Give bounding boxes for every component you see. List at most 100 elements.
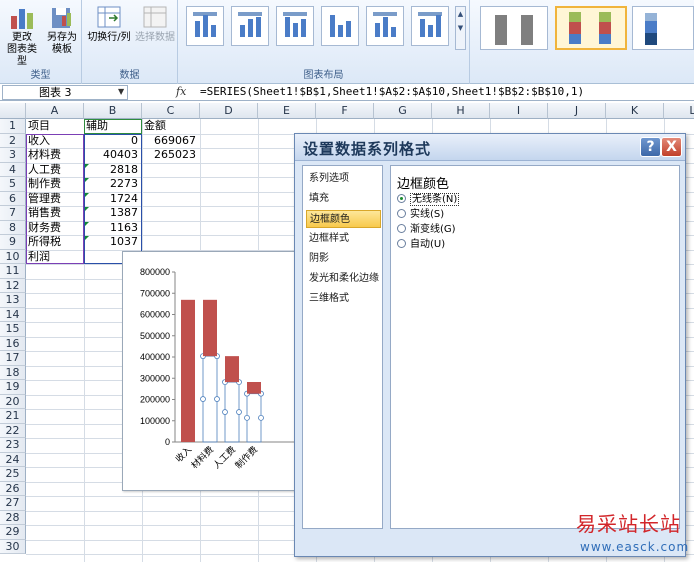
- column-header-f[interactable]: F: [316, 103, 374, 119]
- cell-c3[interactable]: 265023: [144, 148, 199, 162]
- column-header-k[interactable]: K: [606, 103, 664, 119]
- radio-button-icon[interactable]: [397, 194, 406, 203]
- cell-c2[interactable]: 669067: [144, 134, 199, 148]
- category-label: 制作费: [233, 444, 260, 471]
- border-color-option-0[interactable]: 无线条(N): [397, 193, 460, 207]
- y-tick-label: 600000: [140, 310, 170, 320]
- y-tick-label: 700000: [140, 288, 170, 298]
- column-header-e[interactable]: E: [258, 103, 316, 119]
- row-header-15[interactable]: 15: [0, 322, 26, 337]
- column-header-h[interactable]: H: [432, 103, 490, 119]
- dialog-title-bar[interactable]: 设置数据系列格式 ? X: [295, 134, 685, 161]
- chart-layout-3[interactable]: [276, 6, 314, 46]
- row-header-21[interactable]: 21: [0, 409, 26, 424]
- row-header-28[interactable]: 28: [0, 510, 26, 525]
- formula-input[interactable]: =SERIES(Sheet1!$B$1,Sheet1!$A$2:$A$10,Sh…: [200, 85, 584, 98]
- radio-button-icon[interactable]: [397, 209, 406, 218]
- column-header-d[interactable]: D: [200, 103, 258, 119]
- chart-style-3[interactable]: [632, 6, 694, 50]
- column-header-i[interactable]: I: [490, 103, 548, 119]
- chart-layout-5[interactable]: [366, 6, 404, 46]
- border-color-option-3[interactable]: 自动(U): [397, 238, 445, 252]
- column-header-c[interactable]: C: [142, 103, 200, 119]
- column-header-a[interactable]: A: [26, 103, 84, 119]
- selection-handle: [236, 409, 242, 415]
- column-header-b[interactable]: B: [84, 103, 142, 119]
- y-tick-label: 200000: [140, 395, 170, 405]
- row-header-23[interactable]: 23: [0, 438, 26, 453]
- row-header-27[interactable]: 27: [0, 496, 26, 511]
- row-header-24[interactable]: 24: [0, 452, 26, 467]
- row-header-16[interactable]: 16: [0, 336, 26, 351]
- change-chart-type-button[interactable]: 更改 图表类型: [4, 4, 40, 68]
- row-header-18[interactable]: 18: [0, 365, 26, 380]
- chart-layout-6[interactable]: [411, 6, 449, 46]
- value-bar: [181, 299, 195, 442]
- y-tick-label: 500000: [140, 331, 170, 341]
- column-header-g[interactable]: G: [374, 103, 432, 119]
- row-header-12[interactable]: 12: [0, 278, 26, 293]
- row-header-29[interactable]: 29: [0, 525, 26, 540]
- row-header-9[interactable]: 9: [0, 235, 26, 250]
- formula-bar: 图表 3 ▼ fx =SERIES(Sheet1!$B$1,Sheet1!$A$…: [0, 84, 694, 101]
- name-box[interactable]: 图表 3: [2, 85, 128, 100]
- cell-c1[interactable]: 金额: [144, 119, 199, 133]
- row-header-3[interactable]: 3: [0, 148, 26, 163]
- layout-gallery-scroll[interactable]: ▲ ▼: [455, 6, 466, 50]
- chart-layout-1[interactable]: [186, 6, 224, 46]
- select-all-corner[interactable]: [0, 103, 26, 119]
- column-header-j[interactable]: J: [548, 103, 606, 119]
- switch-row-column-button[interactable]: 切换行/列: [86, 4, 132, 44]
- cell-a1[interactable]: 项目: [28, 119, 83, 133]
- nav-item-1[interactable]: 填充: [306, 190, 381, 208]
- row-header-11[interactable]: 11: [0, 264, 26, 279]
- save-as-template-button[interactable]: 另存为 模板: [44, 4, 80, 56]
- row-header-4[interactable]: 4: [0, 162, 26, 177]
- save-as-template-label2: 模板: [52, 44, 72, 55]
- chart-style-1[interactable]: [480, 6, 548, 50]
- value-bar: [203, 299, 217, 357]
- chart-layout-2[interactable]: [231, 6, 269, 46]
- border-color-option-2[interactable]: 渐变线(G): [397, 223, 456, 237]
- nav-item-0[interactable]: 系列选项: [306, 170, 381, 188]
- nav-item-3[interactable]: 边框样式: [306, 230, 381, 248]
- row-header-14[interactable]: 14: [0, 307, 26, 322]
- change-chart-type-label1: 更改: [12, 32, 32, 43]
- row-header-30[interactable]: 30: [0, 539, 26, 554]
- embedded-chart[interactable]: 800000 700000 600000 500000 400000 300000 2000…: [122, 251, 302, 491]
- border-color-option-1[interactable]: 实线(S): [397, 208, 444, 222]
- row-header-2[interactable]: 2: [0, 133, 26, 148]
- row-header-7[interactable]: 7: [0, 206, 26, 221]
- option-label: 渐变线(G): [410, 224, 456, 235]
- radio-button-icon[interactable]: [397, 224, 406, 233]
- chart-layout-4[interactable]: [321, 6, 359, 46]
- category-range-highlight: [26, 133, 84, 264]
- nav-item-4[interactable]: 阴影: [306, 250, 381, 268]
- row-header-1[interactable]: 1: [0, 119, 26, 134]
- nav-item-2[interactable]: 边框颜色: [306, 210, 381, 228]
- select-data-button[interactable]: 选择数据: [132, 4, 178, 44]
- column-header-l[interactable]: L: [664, 103, 694, 119]
- radio-button-icon[interactable]: [397, 239, 406, 248]
- option-label: 无线条(N): [410, 193, 460, 206]
- row-header-5[interactable]: 5: [0, 177, 26, 192]
- ribbon-group-type: 更改 图表类型 另存为 模板 类型: [0, 0, 82, 84]
- row-header-20[interactable]: 20: [0, 394, 26, 409]
- nav-item-6[interactable]: 三维格式: [306, 290, 381, 308]
- row-header-19[interactable]: 19: [0, 380, 26, 395]
- chart-style-2-selected[interactable]: [555, 6, 627, 50]
- help-button[interactable]: ?: [640, 137, 661, 157]
- panel-heading: 边框颜色: [397, 177, 450, 192]
- row-header-13[interactable]: 13: [0, 293, 26, 308]
- nav-item-5[interactable]: 发光和柔化边缘: [306, 270, 381, 288]
- name-box-dropdown-icon[interactable]: ▼: [118, 87, 124, 96]
- close-button[interactable]: X: [661, 137, 682, 157]
- insert-function-icon[interactable]: fx: [176, 85, 186, 98]
- row-header-8[interactable]: 8: [0, 220, 26, 235]
- row-header-6[interactable]: 6: [0, 191, 26, 206]
- row-header-22[interactable]: 22: [0, 423, 26, 438]
- row-header-26[interactable]: 26: [0, 481, 26, 496]
- row-header-10[interactable]: 10: [0, 249, 26, 264]
- row-header-25[interactable]: 25: [0, 467, 26, 482]
- row-header-17[interactable]: 17: [0, 351, 26, 366]
